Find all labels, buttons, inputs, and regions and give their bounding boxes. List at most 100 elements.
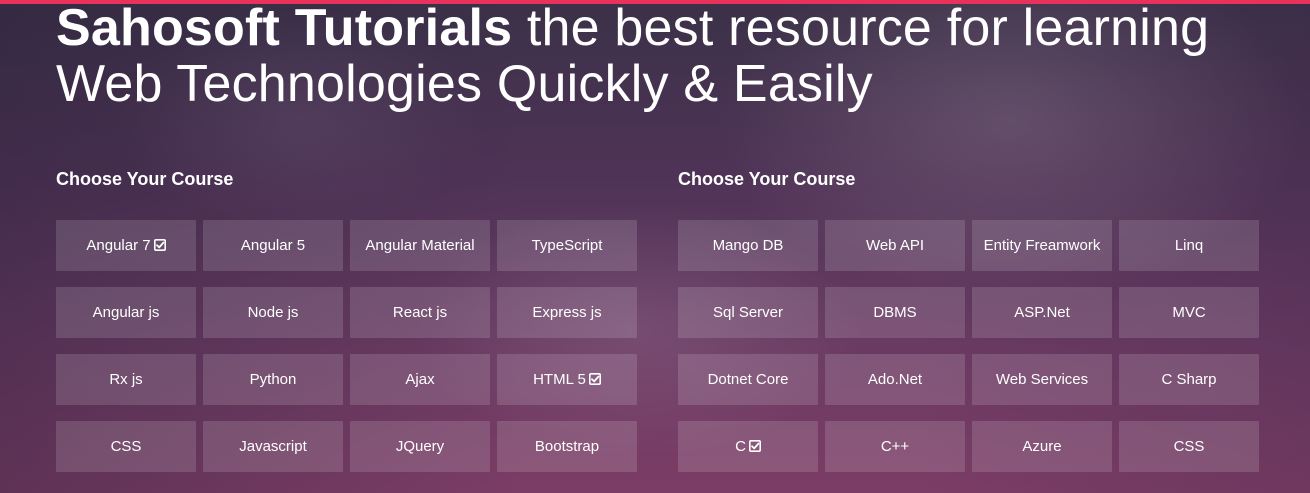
course-label-text: Dotnet Core	[707, 370, 789, 388]
course-button-rx-js[interactable]: Rx js	[56, 354, 196, 405]
course-column-title: Choose Your Course	[678, 169, 856, 189]
course-button-ajax[interactable]: Ajax	[350, 354, 490, 405]
course-button-label: Ajax	[405, 370, 434, 390]
course-button-label: Web API	[866, 236, 924, 256]
course-button-sql-server[interactable]: Sql Server	[678, 287, 818, 338]
course-label-text: C Sharp	[1161, 370, 1217, 388]
course-label-text: JQuery	[395, 437, 445, 455]
course-label-text: TypeScript	[531, 236, 603, 254]
course-button-node-js[interactable]: Node js	[203, 287, 343, 338]
course-button-label: TypeScript	[532, 236, 603, 256]
course-button-label: Sql Server	[713, 303, 783, 323]
course-button-label: ASP.Net	[1014, 303, 1070, 323]
course-button-html-5[interactable]: HTML 5	[497, 354, 637, 405]
course-button-python[interactable]: Python	[203, 354, 343, 405]
course-label-text: Mango DB	[712, 236, 784, 254]
course-label-text: DBMS	[873, 303, 917, 321]
course-button-label: C Sharp	[1161, 370, 1216, 390]
course-label-text: Angular js	[92, 303, 160, 321]
course-label-text: Sql Server	[712, 303, 784, 321]
course-button-mango-db[interactable]: Mango DB	[678, 220, 818, 271]
course-button-dotnet-core[interactable]: Dotnet Core	[678, 354, 818, 405]
brand-name: Sahosoft Tutorials	[56, 0, 513, 57]
course-label-text: React js	[392, 303, 448, 321]
hero-headline: Sahosoft Tutorials the best resource for…	[56, 0, 1276, 112]
check-square-icon	[153, 237, 166, 251]
course-button-c[interactable]: C	[678, 421, 818, 472]
course-button-express-js[interactable]: Express js	[497, 287, 637, 338]
course-button-label: C	[735, 437, 761, 457]
course-button-javascript[interactable]: Javascript	[203, 421, 343, 472]
course-button-web-api[interactable]: Web API	[825, 220, 965, 271]
course-label-text: Web Services	[995, 370, 1089, 388]
course-button-label: React js	[393, 303, 447, 323]
check-square-icon	[748, 438, 761, 452]
course-button-label: Azure	[1022, 437, 1061, 457]
course-button-css[interactable]: CSS	[1119, 421, 1259, 472]
course-button-label: MVC	[1172, 303, 1205, 323]
course-label-text: Angular 7	[86, 236, 151, 254]
course-button-entity-freamwork[interactable]: Entity Freamwork	[972, 220, 1112, 271]
course-button-angular-5[interactable]: Angular 5	[203, 220, 343, 271]
course-label-text: Bootstrap	[534, 437, 600, 455]
course-button-label: Javascript	[239, 437, 307, 457]
course-button-c[interactable]: C++	[825, 421, 965, 472]
course-button-label: DBMS	[873, 303, 916, 323]
course-button-label: Node js	[248, 303, 299, 323]
course-button-label: C++	[881, 437, 909, 457]
course-button-angular-7[interactable]: Angular 7	[56, 220, 196, 271]
course-button-dbms[interactable]: DBMS	[825, 287, 965, 338]
course-button-angular-material[interactable]: Angular Material	[350, 220, 490, 271]
course-button-label: Dotnet Core	[708, 370, 789, 390]
course-label-text: Ajax	[405, 370, 435, 388]
course-label-text: Node js	[247, 303, 299, 321]
course-label-text: ASP.Net	[1014, 303, 1070, 321]
course-label-text: C++	[880, 437, 910, 455]
course-button-angular-js[interactable]: Angular js	[56, 287, 196, 338]
course-button-label: Python	[250, 370, 297, 390]
course-button-label: CSS	[111, 437, 142, 457]
course-button-label: Angular 7	[86, 236, 166, 256]
course-button-ado-net[interactable]: Ado.Net	[825, 354, 965, 405]
course-button-label: Rx js	[109, 370, 142, 390]
course-button-jquery[interactable]: JQuery	[350, 421, 490, 472]
course-label-text: CSS	[1173, 437, 1205, 455]
course-button-asp-net[interactable]: ASP.Net	[972, 287, 1112, 338]
course-button-mvc[interactable]: MVC	[1119, 287, 1259, 338]
course-label-text: C	[735, 437, 746, 455]
headline-line1: the best resource for learning	[512, 0, 1210, 57]
course-label-text: HTML 5	[533, 370, 586, 388]
course-button-label: HTML 5	[533, 370, 601, 390]
course-label-text: Express js	[532, 303, 602, 321]
course-button-label: CSS	[1174, 437, 1205, 457]
headline-line2: Web Technologies Quickly & Easily	[56, 55, 873, 113]
course-column-right: Choose Your Course Mango DB Web API Entity…	[678, 168, 1260, 472]
course-column-left: Choose Your Course Angular 7 Angular 5 Ang…	[56, 168, 638, 472]
course-button-web-services[interactable]: Web Services	[972, 354, 1112, 405]
course-button-label: Express js	[532, 303, 601, 323]
check-square-icon	[588, 371, 601, 385]
course-button-label: Web Services	[996, 370, 1088, 390]
course-button-label: Entity Freamwork	[984, 236, 1101, 256]
course-button-bootstrap[interactable]: Bootstrap	[497, 421, 637, 472]
course-grid: Mango DB Web API Entity Freamwork Linq Sql S…	[678, 220, 1259, 472]
course-label-text: CSS	[110, 437, 142, 455]
course-label-text: Angular Material	[365, 236, 475, 254]
course-button-linq[interactable]: Linq	[1119, 220, 1259, 271]
course-button-c-sharp[interactable]: C Sharp	[1119, 354, 1259, 405]
course-label-text: Rx js	[109, 370, 143, 388]
course-label-text: Javascript	[239, 437, 307, 455]
course-button-label: Angular 5	[241, 236, 305, 256]
course-button-react-js[interactable]: React js	[350, 287, 490, 338]
course-label-text: Entity Freamwork	[983, 236, 1101, 254]
course-button-label: Mango DB	[713, 236, 784, 256]
course-button-css[interactable]: CSS	[56, 421, 196, 472]
course-button-azure[interactable]: Azure	[972, 421, 1112, 472]
course-column-title: Choose Your Course	[56, 169, 234, 189]
course-button-label: Angular js	[93, 303, 160, 323]
course-button-typescript[interactable]: TypeScript	[497, 220, 637, 271]
course-button-label: Ado.Net	[868, 370, 922, 390]
course-button-label: JQuery	[396, 437, 444, 457]
course-label-text: Python	[249, 370, 297, 388]
course-label-text: Linq	[1174, 236, 1204, 254]
